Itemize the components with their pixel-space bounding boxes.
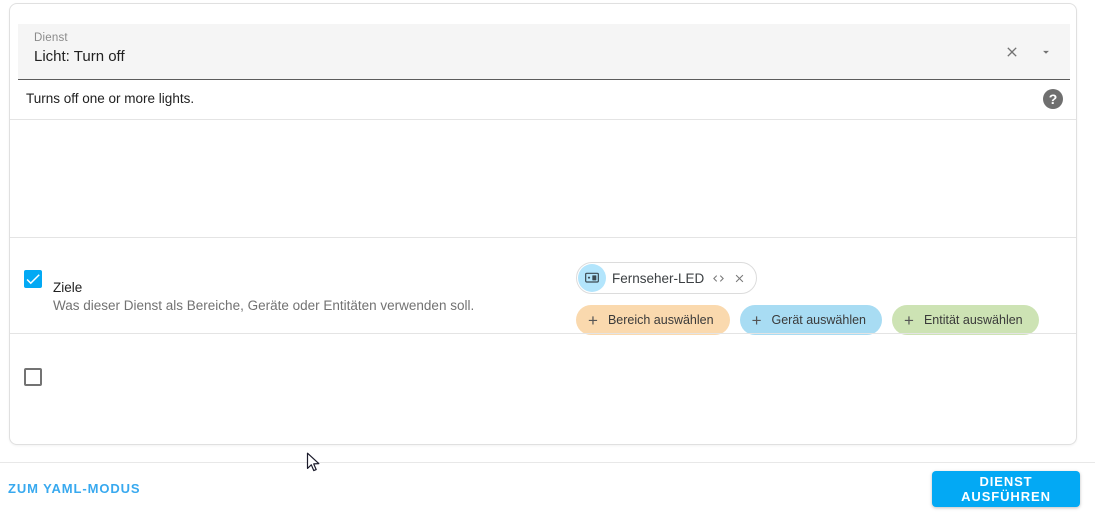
service-picker-label: Dienst <box>34 32 68 44</box>
close-icon[interactable] <box>998 38 1026 66</box>
transition-checkbox[interactable] <box>24 270 42 288</box>
service-call-dialog: Dienst Licht: Turn off Turns off one or … <box>0 0 1095 514</box>
help-circle-icon[interactable]: ? <box>1043 89 1063 109</box>
targets-row: Ziele Was dieser Dienst als Bereiche, Ge… <box>10 119 1076 335</box>
transition-row: Transition Duration it takes to get to n… <box>10 237 1076 333</box>
flash-checkbox[interactable] <box>24 368 42 386</box>
service-picker-actions <box>998 38 1060 66</box>
service-picker[interactable]: Dienst Licht: Turn off <box>18 24 1070 80</box>
service-card: Dienst Licht: Turn off Turns off one or … <box>9 3 1077 445</box>
service-picker-value: Licht: Turn off <box>34 48 125 65</box>
flash-row: Flash If the light should flash. Long Sh… <box>10 333 1076 444</box>
chevron-down-icon[interactable] <box>1032 38 1060 66</box>
dialog-footer: ZUM YAML-MODUS <box>0 462 1095 514</box>
run-service-button[interactable]: DIENST AUSFÜHREN <box>932 471 1080 507</box>
yaml-mode-link[interactable]: ZUM YAML-MODUS <box>8 481 141 496</box>
service-description: Turns off one or more lights. <box>26 91 195 106</box>
service-description-row: Turns off one or more lights. ? <box>10 81 1076 119</box>
